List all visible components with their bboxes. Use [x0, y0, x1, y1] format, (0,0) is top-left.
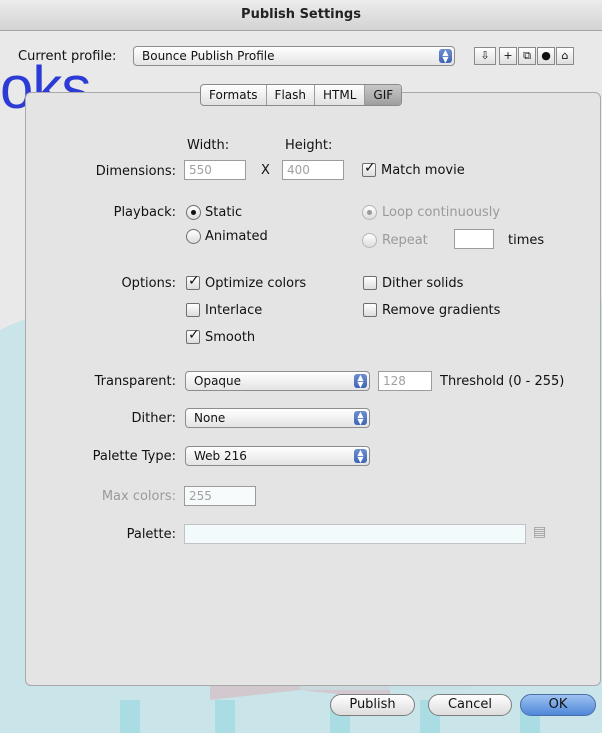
threshold-label: Threshold (0 - 255): [440, 374, 565, 389]
dither-solids-checkbox[interactable]: [363, 276, 377, 290]
popup-arrows-icon: ▲ ▼: [354, 411, 367, 426]
profile-select[interactable]: Bounce Publish Profile ▲ ▼: [133, 46, 455, 66]
loop-continuously-label: Loop continuously: [382, 205, 501, 220]
popup-arrows-icon: ▲ ▼: [354, 449, 367, 464]
duplicate-icon: ⧉: [523, 49, 531, 62]
match-movie-checkbox[interactable]: [362, 160, 376, 177]
dimensions-label: Dimensions:: [95, 164, 176, 179]
profile-value: Bounce Publish Profile: [142, 49, 275, 63]
width-label: Width:: [187, 138, 230, 153]
static-radio[interactable]: [186, 205, 201, 220]
transparent-label: Transparent:: [94, 374, 176, 389]
match-movie-label: Match movie: [381, 163, 465, 178]
animated-label: Animated: [205, 229, 268, 244]
tab-html[interactable]: HTML: [315, 85, 366, 105]
interlace-checkbox[interactable]: [186, 303, 200, 317]
options-label: Options:: [121, 276, 176, 291]
repeat-label: Repeat: [382, 233, 428, 248]
transparent-select[interactable]: Opaque ▲ ▼: [185, 371, 370, 391]
delete-profile-button[interactable]: ⌂: [556, 47, 574, 65]
publish-button[interactable]: Publish: [330, 694, 415, 716]
height-label: Height:: [285, 138, 333, 153]
max-colors-label: Max colors:: [101, 489, 176, 504]
height-field[interactable]: 400: [282, 160, 344, 180]
playback-label: Playback:: [113, 205, 176, 220]
window-title: Publish Settings: [241, 7, 361, 22]
import-export-icon: ⇩: [480, 49, 490, 62]
remove-gradients-checkbox[interactable]: [363, 303, 377, 317]
trash-icon: ⌂: [561, 49, 569, 62]
popup-arrows-icon: ▲ ▼: [439, 49, 452, 64]
threshold-field[interactable]: 128: [378, 371, 432, 391]
dither-label: Dither:: [131, 411, 176, 426]
palette-type-value: Web 216: [194, 449, 247, 463]
dither-select[interactable]: None ▲ ▼: [185, 408, 370, 428]
tab-formats[interactable]: Formats: [201, 85, 267, 105]
palette-label: Palette:: [126, 527, 176, 542]
transparent-value: Opaque: [194, 374, 242, 388]
add-icon: +: [503, 49, 513, 62]
times-label: times: [508, 233, 545, 248]
publish-settings-window: DropBooks Publish Settings Current profi…: [0, 0, 602, 733]
add-profile-button[interactable]: +: [499, 47, 517, 65]
width-field[interactable]: 550: [184, 160, 246, 180]
duplicate-profile-button[interactable]: ⧉: [518, 47, 536, 65]
palette-field[interactable]: [184, 524, 526, 544]
palette-type-select[interactable]: Web 216 ▲ ▼: [185, 446, 370, 466]
animated-radio[interactable]: [186, 229, 201, 244]
repeat-radio[interactable]: [362, 233, 377, 248]
smooth-label: Smooth: [205, 330, 256, 345]
tab-flash[interactable]: Flash: [267, 85, 315, 105]
ok-button[interactable]: OK: [520, 694, 596, 716]
static-label: Static: [205, 205, 243, 220]
optimize-colors-label: Optimize colors: [205, 276, 307, 291]
dimensions-separator: X: [261, 163, 270, 178]
import-export-button[interactable]: ⇩: [474, 47, 496, 65]
loop-continuously-radio[interactable]: [362, 205, 377, 220]
dither-value: None: [194, 411, 226, 425]
dither-solids-label: Dither solids: [382, 276, 464, 291]
folder-browse-icon[interactable]: ▤: [533, 524, 546, 540]
popup-arrows-icon: ▲ ▼: [354, 374, 367, 389]
interlace-label: Interlace: [205, 303, 263, 318]
profile-info-button[interactable]: ●: [537, 47, 555, 65]
smooth-checkbox[interactable]: [186, 327, 200, 344]
cancel-button[interactable]: Cancel: [428, 694, 512, 716]
repeat-field[interactable]: [454, 229, 494, 249]
remove-gradients-label: Remove gradients: [382, 303, 501, 318]
optimize-colors-checkbox[interactable]: [186, 273, 200, 290]
palette-type-label: Palette Type:: [92, 449, 176, 464]
max-colors-field[interactable]: 255: [184, 486, 256, 506]
info-icon: ●: [541, 49, 551, 62]
title-bar: Publish Settings: [0, 0, 602, 31]
tab-gif[interactable]: GIF: [365, 85, 402, 105]
tab-bar: Formats Flash HTML GIF: [200, 84, 403, 106]
